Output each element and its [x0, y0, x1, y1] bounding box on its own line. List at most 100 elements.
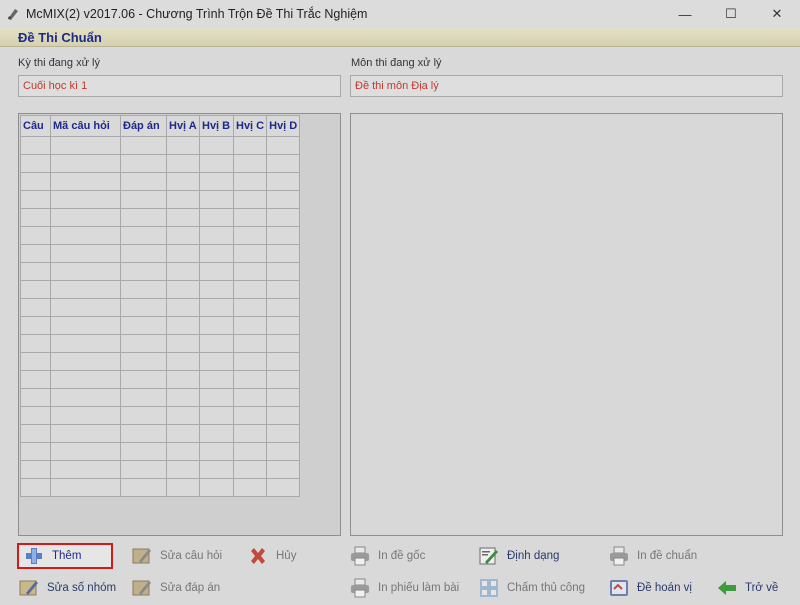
table-cell[interactable]: [199, 280, 234, 299]
minimize-button[interactable]: —: [662, 0, 708, 28]
table-cell[interactable]: [266, 424, 301, 443]
table-cell[interactable]: [232, 352, 268, 371]
table-cell[interactable]: [20, 460, 51, 479]
table-cell[interactable]: [20, 334, 51, 353]
table-cell[interactable]: [166, 280, 200, 299]
table-cell[interactable]: [199, 388, 234, 407]
col-header-hvi-d[interactable]: Hvị D: [266, 115, 301, 137]
table-row[interactable]: [20, 262, 301, 281]
table-cell[interactable]: [266, 226, 301, 245]
sua-dap-an-button[interactable]: Sửa đáp án: [131, 575, 220, 601]
table-cell[interactable]: [120, 406, 167, 425]
table-cell[interactable]: [232, 406, 268, 425]
table-cell[interactable]: [266, 370, 301, 389]
dinh-dang-button[interactable]: Định dạng: [478, 543, 559, 569]
table-cell[interactable]: [199, 370, 234, 389]
table-cell[interactable]: [199, 478, 234, 497]
table-cell[interactable]: [166, 442, 200, 461]
huy-button[interactable]: Hủy: [247, 543, 296, 569]
table-cell[interactable]: [166, 478, 200, 497]
question-grid[interactable]: Câu Mã câu hỏi Đáp án Hvị A Hvị B Hvị C …: [18, 113, 341, 536]
sua-cau-hoi-button[interactable]: Sửa câu hỏi: [131, 543, 222, 569]
table-cell[interactable]: [199, 154, 234, 173]
table-cell[interactable]: [120, 478, 167, 497]
table-cell[interactable]: [232, 136, 268, 155]
table-cell[interactable]: [50, 262, 121, 281]
table-cell[interactable]: [166, 334, 200, 353]
col-header-ma-cau-hoi[interactable]: Mã câu hỏi: [50, 115, 121, 137]
table-cell[interactable]: [20, 442, 51, 461]
table-cell[interactable]: [232, 442, 268, 461]
table-cell[interactable]: [166, 388, 200, 407]
table-cell[interactable]: [199, 136, 234, 155]
table-cell[interactable]: [120, 154, 167, 173]
sua-so-nhom-button[interactable]: Sửa số nhóm: [18, 575, 116, 601]
table-cell[interactable]: [232, 298, 268, 317]
table-cell[interactable]: [50, 172, 121, 191]
cham-thu-cong-button[interactable]: Chấm thủ công: [478, 575, 585, 601]
table-row[interactable]: [20, 190, 301, 209]
table-cell[interactable]: [50, 352, 121, 371]
table-cell[interactable]: [266, 478, 301, 497]
preview-panel[interactable]: [350, 113, 783, 536]
table-cell[interactable]: [266, 262, 301, 281]
table-cell[interactable]: [120, 316, 167, 335]
table-row[interactable]: [20, 334, 301, 353]
table-row[interactable]: [20, 172, 301, 191]
table-cell[interactable]: [266, 334, 301, 353]
table-cell[interactable]: [20, 478, 51, 497]
table-cell[interactable]: [20, 280, 51, 299]
table-cell[interactable]: [199, 460, 234, 479]
them-button[interactable]: Thêm: [17, 543, 113, 569]
table-cell[interactable]: [266, 172, 301, 191]
table-cell[interactable]: [166, 262, 200, 281]
table-cell[interactable]: [232, 424, 268, 443]
table-cell[interactable]: [166, 316, 200, 335]
table-cell[interactable]: [166, 406, 200, 425]
table-cell[interactable]: [50, 370, 121, 389]
table-row[interactable]: [20, 406, 301, 425]
table-cell[interactable]: [50, 280, 121, 299]
table-cell[interactable]: [199, 298, 234, 317]
table-cell[interactable]: [232, 280, 268, 299]
table-cell[interactable]: [232, 262, 268, 281]
table-cell[interactable]: [50, 388, 121, 407]
table-cell[interactable]: [20, 388, 51, 407]
table-cell[interactable]: [50, 298, 121, 317]
col-header-dap-an[interactable]: Đáp án: [120, 115, 167, 137]
col-header-hvi-a[interactable]: Hvị A: [166, 115, 200, 137]
table-cell[interactable]: [50, 460, 121, 479]
table-row[interactable]: [20, 352, 301, 371]
table-cell[interactable]: [266, 460, 301, 479]
table-cell[interactable]: [199, 406, 234, 425]
table-cell[interactable]: [120, 172, 167, 191]
table-cell[interactable]: [20, 190, 51, 209]
table-cell[interactable]: [266, 136, 301, 155]
col-header-hvi-c[interactable]: Hvị C: [232, 115, 268, 137]
table-row[interactable]: [20, 370, 301, 389]
table-cell[interactable]: [266, 244, 301, 263]
mon-thi-field[interactable]: Đề thi môn Địa lý: [350, 75, 783, 97]
table-row[interactable]: [20, 388, 301, 407]
table-cell[interactable]: [120, 334, 167, 353]
table-row[interactable]: [20, 316, 301, 335]
table-cell[interactable]: [166, 172, 200, 191]
table-cell[interactable]: [166, 226, 200, 245]
table-cell[interactable]: [166, 424, 200, 443]
table-cell[interactable]: [20, 172, 51, 191]
table-row[interactable]: [20, 478, 301, 497]
table-cell[interactable]: [266, 388, 301, 407]
table-cell[interactable]: [20, 154, 51, 173]
table-cell[interactable]: [20, 352, 51, 371]
tro-ve-button[interactable]: Trở về: [716, 575, 778, 601]
table-cell[interactable]: [120, 298, 167, 317]
table-row[interactable]: [20, 226, 301, 245]
table-cell[interactable]: [20, 370, 51, 389]
table-cell[interactable]: [20, 262, 51, 281]
in-phieu-lam-bai-button[interactable]: In phiếu làm bài: [349, 575, 459, 601]
table-cell[interactable]: [199, 226, 234, 245]
table-cell[interactable]: [166, 136, 200, 155]
table-cell[interactable]: [232, 478, 268, 497]
table-cell[interactable]: [199, 442, 234, 461]
table-row[interactable]: [20, 136, 301, 155]
